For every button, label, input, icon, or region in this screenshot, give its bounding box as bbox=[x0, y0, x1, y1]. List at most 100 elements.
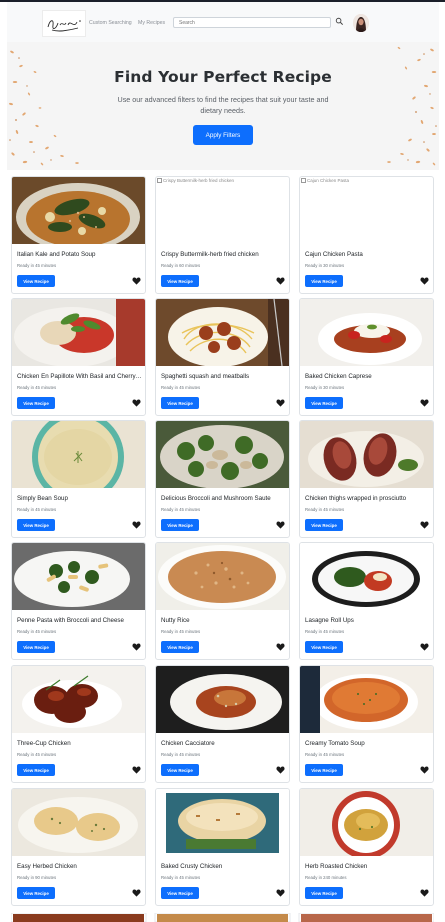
recipe-title: Chicken thighs wrapped in prosciutto bbox=[305, 495, 407, 502]
heart-icon[interactable] bbox=[420, 643, 429, 651]
recipe-image[interactable] bbox=[12, 543, 145, 610]
view-recipe-button[interactable]: View Recipe bbox=[305, 275, 343, 287]
recipe-image[interactable] bbox=[12, 299, 145, 366]
heart-icon[interactable] bbox=[276, 766, 285, 774]
nav-link-custom-searching[interactable]: Custom Searching bbox=[89, 20, 132, 26]
heart-icon[interactable] bbox=[132, 399, 141, 407]
recipe-card: Spaghetti squash and meatballs Ready in 4… bbox=[155, 298, 290, 416]
recipe-card: Nutty Rice Ready in 45 minutes View Recipe bbox=[155, 542, 290, 660]
recipe-title: Baked Chicken Caprese bbox=[305, 373, 372, 380]
view-recipe-button[interactable]: View Recipe bbox=[17, 764, 55, 776]
recipe-ready-time: Ready in 45 minutes bbox=[161, 385, 201, 390]
recipe-title: Crispy Buttermilk-herb fried chicken bbox=[161, 251, 259, 258]
heart-icon[interactable] bbox=[420, 889, 429, 897]
recipe-ready-time: Ready in 45 minutes bbox=[305, 507, 345, 512]
recipe-ready-time: Ready in 45 minutes bbox=[161, 629, 201, 634]
view-recipe-button[interactable]: View Recipe bbox=[161, 519, 199, 531]
recipe-photo bbox=[12, 543, 145, 610]
view-recipe-button[interactable]: View Recipe bbox=[305, 641, 343, 653]
heart-icon[interactable] bbox=[276, 889, 285, 897]
view-recipe-button[interactable]: View Recipe bbox=[17, 887, 55, 899]
recipe-card: Crispy Buttermilk-herb fried chicken Cris… bbox=[155, 176, 290, 294]
recipe-photo bbox=[156, 789, 289, 856]
heart-icon[interactable] bbox=[276, 399, 285, 407]
recipe-card: Delicious Broccoli and Mushroom Saute Rea… bbox=[155, 420, 290, 538]
user-avatar[interactable] bbox=[353, 14, 369, 32]
view-recipe-button[interactable]: View Recipe bbox=[305, 887, 343, 899]
recipe-image[interactable] bbox=[156, 543, 289, 610]
recipe-image[interactable] bbox=[300, 666, 433, 733]
heart-icon[interactable] bbox=[132, 766, 141, 774]
recipe-image[interactable] bbox=[12, 789, 145, 856]
recipe-ready-time: Ready in 45 minutes bbox=[17, 385, 57, 390]
search-input[interactable] bbox=[173, 17, 331, 28]
site-logo[interactable] bbox=[42, 10, 86, 37]
recipe-ready-time: Ready in 30 minutes bbox=[305, 263, 345, 268]
search-icon[interactable] bbox=[335, 17, 344, 26]
view-recipe-button[interactable]: View Recipe bbox=[17, 519, 55, 531]
nav-link-my-recipes[interactable]: My Recipes bbox=[138, 20, 165, 26]
heart-icon[interactable] bbox=[276, 521, 285, 529]
heart-icon[interactable] bbox=[132, 277, 141, 285]
recipe-photo bbox=[300, 421, 433, 488]
broken-image-icon bbox=[157, 178, 162, 183]
recipe-photo bbox=[300, 543, 433, 610]
recipe-title: Cajun Chicken Pasta bbox=[305, 251, 363, 258]
hero-subtitle: Use our advanced filters to find the rec… bbox=[117, 95, 329, 115]
recipe-image[interactable] bbox=[12, 177, 145, 244]
recipe-photo bbox=[300, 666, 433, 733]
apply-filters-button[interactable]: Apply Filters bbox=[193, 125, 253, 145]
heart-icon[interactable] bbox=[420, 766, 429, 774]
recipe-ready-time: Ready in 45 minutes bbox=[161, 752, 201, 757]
recipe-image[interactable] bbox=[156, 421, 289, 488]
recipe-image[interactable] bbox=[300, 789, 433, 856]
view-recipe-button[interactable]: View Recipe bbox=[161, 275, 199, 287]
heart-icon[interactable] bbox=[420, 521, 429, 529]
recipe-title: Chicken Cacciatore bbox=[161, 740, 215, 747]
recipe-card: Simply Bean Soup Ready in 45 minutes View … bbox=[11, 420, 146, 538]
view-recipe-button[interactable]: View Recipe bbox=[17, 641, 55, 653]
recipe-card: Three-Cup Chicken Ready in 45 minutes View… bbox=[11, 665, 146, 783]
image-alt-label: Cajun Chicken Pasta bbox=[307, 178, 350, 183]
recipe-image[interactable] bbox=[12, 666, 145, 733]
heart-icon[interactable] bbox=[132, 521, 141, 529]
recipe-card: Baked Chicken Caprese Ready in 30 minutes… bbox=[299, 298, 434, 416]
view-recipe-button[interactable]: View Recipe bbox=[17, 275, 55, 287]
recipe-title: Nutty Rice bbox=[161, 617, 190, 624]
view-recipe-button[interactable]: View Recipe bbox=[305, 519, 343, 531]
view-recipe-button[interactable]: View Recipe bbox=[161, 764, 199, 776]
recipe-image-broken[interactable]: Crispy Buttermilk-herb fried chicken bbox=[156, 177, 289, 244]
hero-decor-grains-right bbox=[387, 46, 437, 166]
view-recipe-button[interactable]: View Recipe bbox=[17, 397, 55, 409]
recipe-title: Chicken En Papillote With Basil and Cher… bbox=[17, 373, 143, 380]
recipe-image[interactable] bbox=[300, 299, 433, 366]
broken-image-alt-text: Crispy Buttermilk-herb fried chicken bbox=[157, 178, 234, 183]
recipe-card: Cajun Chicken Pasta Cajun Chicken Pasta Re… bbox=[299, 176, 434, 294]
view-recipe-button[interactable]: View Recipe bbox=[305, 764, 343, 776]
recipe-image[interactable] bbox=[12, 421, 145, 488]
recipe-image[interactable] bbox=[300, 421, 433, 488]
recipe-title: Easy Herbed Chicken bbox=[17, 863, 77, 870]
heart-icon[interactable] bbox=[420, 277, 429, 285]
next-row-peek bbox=[11, 913, 434, 922]
hero-title: Find Your Perfect Recipe bbox=[114, 68, 332, 86]
view-recipe-button[interactable]: View Recipe bbox=[161, 397, 199, 409]
recipe-title: Lasagne Roll Ups bbox=[305, 617, 354, 624]
heart-icon[interactable] bbox=[132, 889, 141, 897]
heart-icon[interactable] bbox=[276, 277, 285, 285]
recipe-card: Chicken thighs wrapped in prosciutto Read… bbox=[299, 420, 434, 538]
heart-icon[interactable] bbox=[132, 643, 141, 651]
recipe-image[interactable] bbox=[156, 789, 289, 856]
recipe-ready-time: Ready in 45 minutes bbox=[161, 875, 201, 880]
view-recipe-button[interactable]: View Recipe bbox=[161, 887, 199, 899]
recipe-image-broken[interactable]: Cajun Chicken Pasta bbox=[300, 177, 433, 244]
view-recipe-button[interactable]: View Recipe bbox=[161, 641, 199, 653]
recipe-image[interactable] bbox=[156, 299, 289, 366]
recipe-image[interactable] bbox=[300, 543, 433, 610]
recipe-photo bbox=[12, 666, 145, 733]
heart-icon[interactable] bbox=[420, 399, 429, 407]
view-recipe-button[interactable]: View Recipe bbox=[305, 397, 343, 409]
recipe-image[interactable] bbox=[156, 666, 289, 733]
recipe-photo bbox=[156, 421, 289, 488]
heart-icon[interactable] bbox=[276, 643, 285, 651]
